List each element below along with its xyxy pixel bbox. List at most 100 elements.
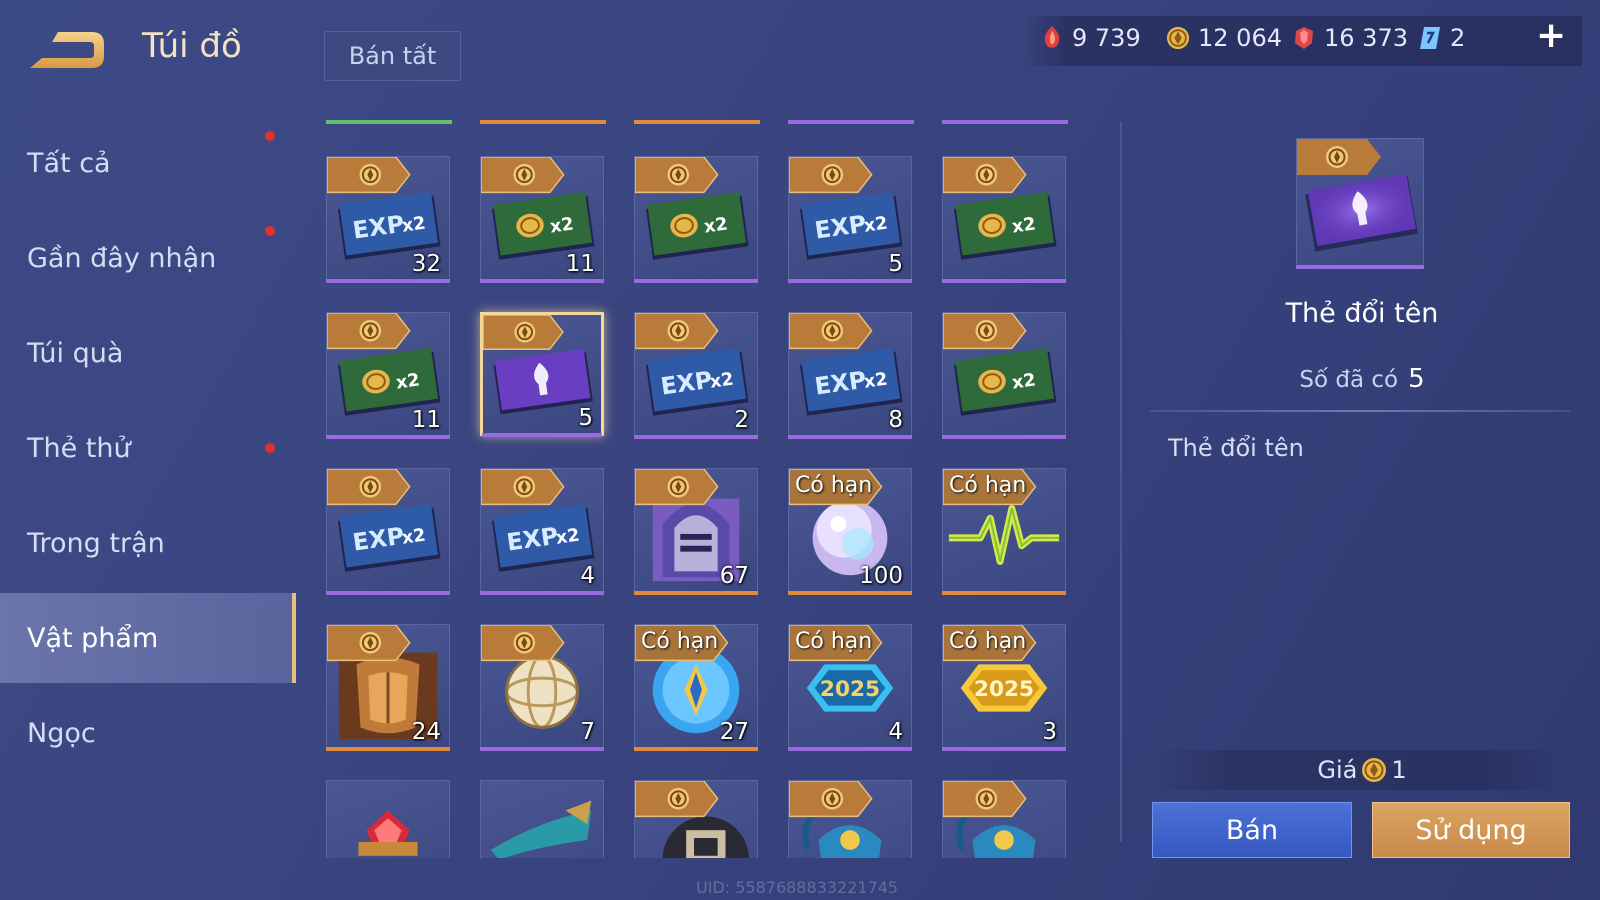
rarity-line (788, 279, 912, 283)
inventory-item[interactable]: x2 11 (480, 156, 604, 283)
inventory-item[interactable]: EXP x2 4 (480, 468, 604, 595)
inventory-item[interactable]: 24 (326, 624, 450, 751)
item-count: 27 (719, 719, 749, 745)
currency-voucher-value: 2 (1450, 24, 1466, 52)
limited-tag: Có hạn (949, 629, 1027, 654)
svg-text:x2: x2 (549, 214, 575, 237)
owned-count-row: Số đã có 5 (1232, 364, 1492, 394)
limited-tag: Có hạn (949, 473, 1027, 498)
item-count: 11 (565, 251, 595, 277)
rarity-line (942, 591, 1066, 595)
inventory-item[interactable]: 67 (634, 468, 758, 595)
blue-chest-icon (943, 781, 1036, 858)
currency-gold-value: 12 064 (1198, 24, 1282, 52)
sidebar-item[interactable]: Túi quà (0, 308, 292, 398)
svg-text:x2: x2 (703, 214, 729, 237)
sell-all-button[interactable]: Bán tất (324, 31, 461, 81)
detail-description: Thẻ đổi tên (1168, 434, 1304, 462)
rarity-line (1296, 265, 1424, 269)
inventory-item[interactable] (480, 780, 604, 858)
svg-text:2025: 2025 (974, 677, 1034, 702)
notification-dot (265, 443, 275, 453)
limited-tag: Có hạn (641, 629, 719, 654)
rarity-line (788, 591, 912, 595)
currency-gold: 12 064 (1166, 24, 1282, 52)
inventory-item[interactable] (634, 780, 758, 858)
inventory-item[interactable]: 5 (480, 312, 604, 437)
sidebar-item-label: Ngọc (27, 717, 96, 749)
inventory-item[interactable]: x2 (942, 156, 1066, 283)
currency-ruby-value: 16 373 (1324, 24, 1408, 52)
rarity-line (942, 279, 1066, 283)
ruby-icon (1295, 27, 1313, 49)
item-count: 67 (719, 563, 749, 589)
rarity-line (326, 591, 450, 595)
sidebar-item[interactable]: Trong trận (0, 498, 292, 588)
sidebar-item[interactable]: Ngọc (0, 688, 292, 778)
column-rarity-bar (634, 120, 760, 124)
item-count: 5 (888, 251, 903, 277)
inventory-item[interactable]: 2025 Có hạn 4 (788, 624, 912, 751)
column-rarity-bar (480, 120, 606, 124)
price-value: 1 (1391, 756, 1407, 784)
inventory-item[interactable]: x2 (634, 156, 758, 283)
inventory-item[interactable]: x2 (942, 312, 1066, 439)
sidebar-item-label: Tất cả (27, 147, 111, 179)
rarity-line (480, 591, 604, 595)
item-count: 100 (859, 563, 903, 589)
inventory-item[interactable]: Có hạn (942, 468, 1066, 595)
limited-tag: Có hạn (795, 629, 873, 654)
item-count: 8 (888, 407, 903, 433)
sidebar-item[interactable]: Thẻ thử (0, 403, 292, 493)
svg-text:x2: x2 (1011, 370, 1037, 393)
inventory-item[interactable]: EXP x2 5 (788, 156, 912, 283)
gold-x2-card-icon: x2 (635, 157, 749, 260)
item-count: 11 (411, 407, 441, 433)
owned-value: 5 (1408, 364, 1425, 394)
svg-text:x2: x2 (395, 370, 421, 393)
sell-button[interactable]: Bán (1152, 802, 1352, 858)
inventory-item[interactable]: Có hạn 100 (788, 468, 912, 595)
item-count: 7 (580, 719, 595, 745)
item-count: 5 (578, 405, 593, 431)
svg-text:x2: x2 (863, 214, 889, 237)
plus-icon: + (1536, 15, 1567, 56)
rarity-line (634, 435, 758, 439)
sidebar-item-label: Trong trận (27, 527, 165, 559)
inventory-item[interactable]: 2025 Có hạn 3 (942, 624, 1066, 751)
sidebar-item[interactable]: Gần đây nhận (0, 213, 292, 303)
sidebar-item[interactable]: Tất cả (0, 118, 292, 208)
rarity-line (326, 279, 450, 283)
inventory-item[interactable]: Có hạn 27 (634, 624, 758, 751)
rarity-line (480, 747, 604, 751)
inventory-item[interactable]: EXP x2 (326, 468, 450, 595)
back-arrow-icon (30, 32, 104, 68)
svg-text:x2: x2 (401, 214, 427, 237)
exp-x2-card-icon: EXPx2 (327, 469, 441, 572)
sidebar-item[interactable]: Vật phẩm (0, 593, 296, 683)
inventory-item[interactable]: 7 (480, 624, 604, 751)
item-count: 4 (888, 719, 903, 745)
back-button[interactable] (28, 28, 108, 72)
svg-text:2025: 2025 (820, 677, 880, 702)
rarity-line (942, 435, 1066, 439)
category-sidebar: Tất cả Gần đây nhận Túi quà Thẻ thử Trong tr… (0, 118, 296, 900)
inventory-item[interactable]: x2 11 (326, 312, 450, 439)
rename-card-icon (1297, 139, 1418, 252)
use-button[interactable]: Sử dụng (1372, 802, 1570, 858)
inventory-item[interactable]: EXP x2 8 (788, 312, 912, 439)
svg-text:x2: x2 (1011, 214, 1037, 237)
column-rarity-bar (942, 120, 1068, 124)
page-title: Túi đồ (142, 26, 242, 66)
detail-item-icon (1296, 138, 1424, 269)
inventory-item[interactable] (788, 780, 912, 858)
sidebar-item-label: Thẻ thử (27, 432, 131, 464)
item-count: 24 (411, 719, 441, 745)
inventory-item[interactable] (326, 780, 450, 858)
inventory-item[interactable] (942, 780, 1066, 858)
add-currency-button[interactable]: + (1536, 18, 1566, 54)
rarity-line (634, 591, 758, 595)
gold-coin-icon (1166, 26, 1190, 50)
inventory-item[interactable]: EXP x2 32 (326, 156, 450, 283)
inventory-item[interactable]: EXP x2 2 (634, 312, 758, 439)
